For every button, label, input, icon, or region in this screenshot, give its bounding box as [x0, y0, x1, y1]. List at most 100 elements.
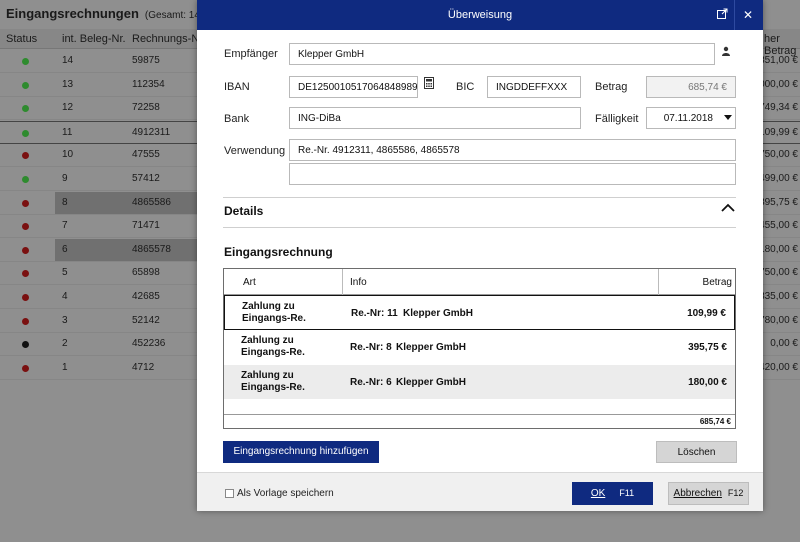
details-divider-bottom: [223, 227, 736, 228]
list-count: (Gesamt: 14): [144, 10, 204, 21]
cell-art: Zahlung zu Eingangs-Re.: [241, 370, 305, 393]
row-amount: 351,00 €: [759, 55, 798, 66]
row-amount: 750,00 €: [759, 267, 798, 279]
verwendung-label: Verwendung: [224, 145, 286, 157]
cancel-shortcut: F12: [727, 488, 744, 498]
row-beleg: 11: [62, 126, 73, 138]
row-beleg: 9: [62, 173, 68, 184]
row-beleg: 12: [62, 102, 74, 114]
status-dot-icon: [22, 294, 29, 301]
cell-betrag: 395,75 €: [688, 342, 727, 353]
row-rechnung: 52142: [132, 314, 160, 326]
row-beleg: 4: [62, 291, 68, 302]
row-amount: 180,00 €: [759, 243, 798, 255]
row-amount: 000,00 €: [759, 78, 798, 90]
row-beleg: 1: [62, 361, 68, 373]
bic-field[interactable]: INGDDEFFXXX: [487, 76, 581, 98]
row-highlight: [55, 191, 198, 214]
row-amount: 420,00 €: [759, 361, 798, 373]
ok-shortcut: F11: [619, 488, 635, 498]
add-invoice-button[interactable]: Eingangsrechnung hinzufügen: [223, 441, 379, 463]
row-amount: 0,00 €: [770, 338, 798, 350]
row-rechnung: 452236: [132, 338, 166, 350]
col-betrag-table[interactable]: Betrag: [703, 277, 732, 288]
dialog-titlebar: Überweisung ✕: [197, 0, 763, 30]
row-beleg: 3: [62, 314, 68, 326]
bic-value: INGDDEFFXXX: [496, 82, 568, 93]
popout-icon[interactable]: [713, 6, 731, 24]
cell-art: Zahlung zu Eingangs-Re.: [242, 301, 306, 324]
bank-label: Bank: [224, 113, 250, 125]
status-dot-icon: [22, 341, 29, 349]
details-label[interactable]: Details: [224, 204, 263, 218]
table-total: 685,74 €: [699, 417, 731, 426]
row-beleg: 6: [62, 243, 68, 255]
status-dot-icon: [22, 364, 29, 372]
verwendung-line2-field[interactable]: [289, 163, 736, 185]
empfaenger-label: Empfänger: [224, 48, 278, 60]
faelligkeit-select[interactable]: 07.11.2018: [646, 107, 736, 129]
dialog-title: Überweisung: [447, 9, 513, 21]
row-rechnung: 72258: [132, 102, 160, 114]
row-rechnung: 65898: [132, 267, 160, 279]
cell-betrag: 109,99 €: [687, 308, 726, 319]
close-icon[interactable]: ✕: [739, 6, 757, 24]
row-rechnung: 71471: [132, 220, 160, 232]
table-row[interactable]: Zahlung zu Eingangs-Re. Re.-Nr: 8 Klepper …: [224, 330, 735, 364]
bic-label: BIC: [456, 81, 475, 93]
row-rechnung: 4865586: [132, 196, 171, 208]
faelligkeit-label: Fälligkeit: [595, 113, 639, 125]
col-info[interactable]: Info: [350, 277, 367, 288]
iban-value: DE12500105170648489890: [298, 82, 424, 93]
chevron-up-icon[interactable]: [721, 203, 735, 215]
ok-button[interactable]: OK F11: [572, 482, 653, 505]
status-dot-icon: [22, 58, 29, 65]
betrag-label: Betrag: [595, 81, 628, 93]
cell-firma: Klepper GmbH: [396, 377, 467, 388]
col-rechnung[interactable]: Rechnungs-Nr.: [132, 33, 205, 45]
table-header: Art Info Betrag: [224, 269, 735, 295]
vorlage-checkbox[interactable]: [225, 489, 234, 498]
verwendung-line1-field[interactable]: Re.-Nr. 4912311, 4865586, 4865578: [289, 139, 736, 161]
row-rechnung: 42685: [132, 291, 160, 302]
status-dot-icon: [22, 246, 29, 254]
betrag-value: 685,74 €: [688, 82, 727, 93]
col-beleg[interactable]: int. Beleg-Nr.: [62, 33, 126, 45]
calculator-icon[interactable]: [417, 76, 439, 98]
row-amount: 455,00 €: [759, 220, 798, 232]
row-beleg: 7: [62, 220, 68, 232]
row-rechnung: 4912311: [132, 126, 171, 138]
row-amount: 750,00 €: [759, 149, 798, 161]
status-dot-icon: [22, 223, 29, 231]
bank-field[interactable]: ING-DiBa: [289, 107, 581, 129]
row-amount: 835,00 €: [759, 291, 798, 302]
empfaenger-value: Klepper GmbH: [298, 49, 365, 60]
cancel-button[interactable]: Abbrechen F12: [668, 482, 749, 505]
verwendung-line1-value: Re.-Nr. 4912311, 4865586, 4865578: [298, 145, 460, 156]
transfer-dialog: Überweisung ✕ Empfänger Klepper GmbH IBA…: [197, 0, 763, 511]
row-beleg: 2: [62, 338, 68, 350]
bank-value: ING-DiBa: [298, 113, 341, 124]
empfaenger-field[interactable]: Klepper GmbH: [289, 43, 736, 65]
cell-info: Re.-Nr: 11: [351, 308, 398, 319]
row-rechnung: 112354: [132, 78, 165, 90]
list-title: Eingangsrechnungen (Gesamt: 14): [6, 6, 204, 21]
status-dot-icon: [22, 129, 29, 137]
contact-icon[interactable]: [714, 43, 736, 65]
table-row[interactable]: Zahlung zu Eingangs-Re. Re.-Nr: 11 Klepper…: [224, 295, 735, 330]
delete-button[interactable]: Löschen: [656, 441, 737, 463]
status-dot-icon: [22, 81, 29, 89]
col-status[interactable]: Status: [6, 33, 37, 45]
row-rechnung: 59875: [132, 55, 160, 66]
row-beleg: 8: [62, 196, 68, 208]
dropdown-arrow-icon[interactable]: [724, 115, 732, 120]
col-art[interactable]: Art: [243, 277, 256, 288]
status-dot-icon: [22, 176, 29, 183]
titlebar-separator: [734, 0, 735, 30]
table-row[interactable]: Zahlung zu Eingangs-Re. Re.-Nr: 6 Klepper …: [224, 365, 735, 399]
cell-art: Zahlung zu Eingangs-Re.: [241, 335, 305, 358]
row-amount: 780,00 €: [759, 314, 798, 326]
row-amount: 749,34 €: [759, 102, 798, 114]
row-amount: 499,00 €: [759, 173, 798, 184]
ok-label: OK: [590, 488, 606, 499]
